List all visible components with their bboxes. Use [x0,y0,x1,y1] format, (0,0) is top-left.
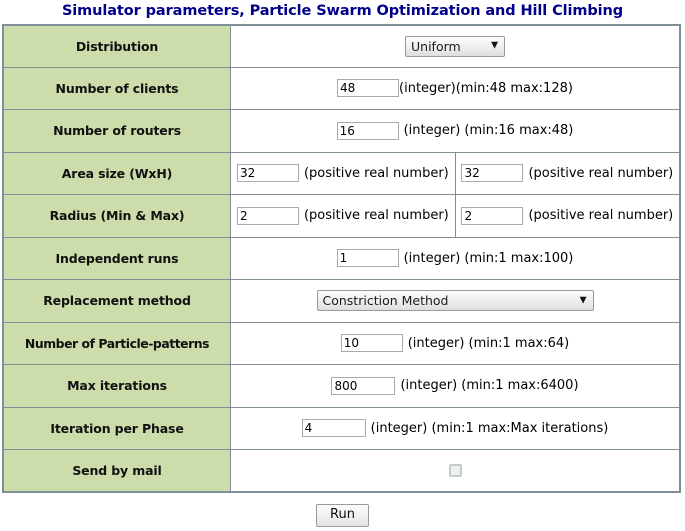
row-value-iteration-per-phase: (integer) (min:1 max:Max iterations) [230,406,681,450]
send-by-mail-checkbox[interactable] [448,464,462,477]
field-group: (integer)(min:48 max:128) [337,79,573,98]
number-of-routers-hint: (integer) (min:16 max:48) [403,123,574,139]
field-group: (positive real number) [236,206,449,225]
area-size-width-input[interactable] [236,164,299,183]
row-label-send-by-mail: Send by mail [2,449,231,493]
table-row: Send by mail [2,449,681,493]
row-label-number-of-clients: Number of clients [2,66,231,110]
field-group: (integer) (min:1 max:Max iterations) [301,419,609,438]
replacement-method-select[interactable]: Constriction Method [316,290,594,312]
number-of-particle-patterns-hint: (integer) (min:1 max:64) [407,335,570,351]
max-iterations-input[interactable] [331,376,396,395]
row-value-max-iterations: (integer) (min:1 max:6400) [230,364,681,408]
row-value-distribution: Uniform ▼ [230,24,681,68]
row-label-max-iterations: Max iterations [2,364,231,408]
area-size-width-hint: (positive real number) [303,165,449,181]
run-button[interactable]: Run [316,504,369,527]
field-group: (positive real number) [461,206,674,225]
row-value-area-size-width: (positive real number) [230,151,456,195]
row-value-radius-max: (positive real number) [454,194,681,238]
page-title: Simulator parameters, Particle Swarm Opt… [61,3,624,19]
field-group: (integer) (min:1 max:100) [336,249,574,268]
iteration-per-phase-hint: (integer) (min:1 max:Max iterations) [370,420,609,436]
table-row: Independent runs (integer) (min:1 max:10… [2,236,681,280]
row-value-send-by-mail [230,449,681,493]
area-size-height-hint: (positive real number) [528,165,674,181]
row-label-distribution: Distribution [2,24,231,68]
row-label-independent-runs: Independent runs [2,236,231,280]
max-iterations-hint: (integer) (min:1 max:6400) [400,378,579,394]
table-row: Area size (WxH) (positive real number) (… [2,151,681,195]
radius-max-hint: (positive real number) [528,208,674,224]
radius-max-input[interactable] [461,206,524,225]
row-label-replacement-method: Replacement method [2,279,231,323]
number-of-clients-input[interactable] [337,79,400,98]
table-row: Replacement method Constriction Method ▼ [2,279,681,323]
radius-min-input[interactable] [236,206,299,225]
independent-runs-hint: (integer) (min:1 max:100) [403,250,574,266]
replacement-method-select-wrap: Constriction Method ▼ [316,290,594,312]
table-row: Radius (Min & Max) (positive real number… [2,194,681,238]
table-row: Number of routers (integer) (min:16 max:… [2,109,681,153]
area-size-height-input[interactable] [461,164,524,183]
row-value-independent-runs: (integer) (min:1 max:100) [230,236,681,280]
table-row: Iteration per Phase (integer) (min:1 max… [2,406,681,450]
row-value-area-size-height: (positive real number) [454,151,681,195]
table-row: Max iterations (integer) (min:1 max:6400… [2,364,681,408]
run-button-area: Run [0,493,685,527]
radius-min-hint: (positive real number) [303,208,449,224]
table-body: Distribution Uniform ▼ Number of clients… [2,24,681,493]
row-value-number-of-clients: (integer)(min:48 max:128) [230,66,681,110]
simulator-parameters-table: Distribution Uniform ▼ Number of clients… [2,23,681,493]
table-row: Number of clients (integer)(min:48 max:1… [2,66,681,110]
distribution-select-wrap: Uniform ▼ [405,35,505,57]
row-value-number-of-routers: (integer) (min:16 max:48) [230,109,681,153]
number-of-routers-input[interactable] [336,121,399,140]
field-group: (integer) (min:16 max:48) [336,121,574,140]
distribution-select[interactable]: Uniform [405,35,505,57]
row-label-area-size: Area size (WxH) [2,151,231,195]
table-row: Distribution Uniform ▼ [2,24,681,68]
row-label-radius: Radius (Min & Max) [2,194,231,238]
row-value-number-of-particle-patterns: (integer) (min:1 max:64) [230,321,681,365]
independent-runs-input[interactable] [336,249,399,268]
number-of-particle-patterns-input[interactable] [340,334,403,353]
row-value-radius-min: (positive real number) [230,194,456,238]
field-group: (positive real number) [236,164,449,183]
field-group: (integer) (min:1 max:6400) [331,376,579,395]
row-label-number-of-particle-patterns: Number of Particle-patterns [2,321,231,365]
number-of-clients-hint: (integer)(min:48 max:128) [399,80,573,96]
field-group: (positive real number) [461,164,674,183]
table-row: Number of Particle-patterns (integer) (m… [2,321,681,365]
field-group: (integer) (min:1 max:64) [340,334,570,353]
row-label-iteration-per-phase: Iteration per Phase [2,406,231,450]
row-value-replacement-method: Constriction Method ▼ [230,279,681,323]
iteration-per-phase-input[interactable] [301,419,366,438]
row-label-number-of-routers: Number of routers [2,109,231,153]
